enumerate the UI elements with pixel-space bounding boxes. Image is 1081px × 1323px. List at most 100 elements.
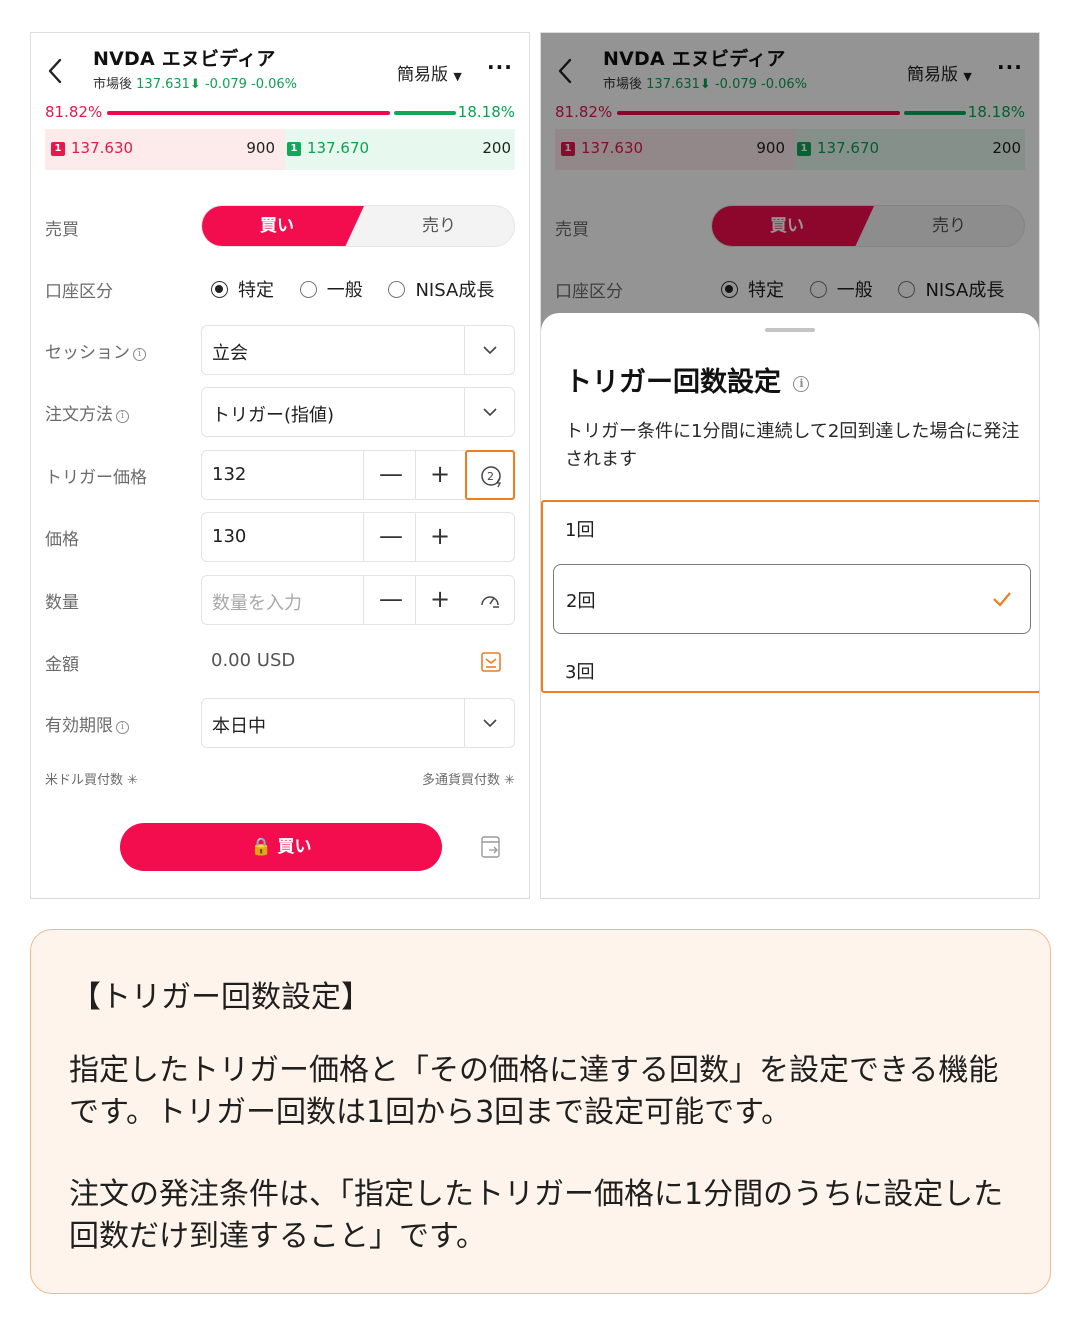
account-option-ippan[interactable]: 一般 — [299, 280, 363, 301]
buy-tab[interactable]: 買い — [202, 206, 364, 246]
account-radio-group: 特定 一般 NISA成長 — [211, 276, 494, 302]
trigger-price-plus[interactable]: + — [415, 451, 465, 499]
info-icon[interactable]: i — [133, 348, 146, 361]
option-2-label: 2回 — [566, 591, 596, 612]
mode-toggle[interactable]: 簡易版 ▼ — [397, 60, 462, 85]
bid-size: 900 — [246, 139, 275, 157]
price-label: 価格 — [45, 530, 79, 550]
expiry-select[interactable]: 本日中 — [201, 698, 515, 748]
chevron-down-icon — [483, 346, 497, 355]
side-toggle: 買い 売り — [201, 205, 515, 247]
chevron-down-icon — [483, 719, 497, 728]
session-value: 立会 — [212, 343, 248, 364]
svg-text:2: 2 — [487, 470, 494, 483]
trigger-count-icon: 2 — [481, 466, 502, 488]
order-type-label-row: 注文方法 i — [45, 400, 129, 425]
plus-icon: + — [430, 522, 451, 550]
info-icon[interactable]: i — [116, 721, 129, 734]
price-change-pct: -0.06% — [251, 77, 298, 92]
trigger-count-options: 1回 2回 3回 — [541, 500, 1039, 693]
asterisk-icon: ✳ — [127, 773, 139, 788]
ask-level-badge: 1 — [287, 142, 301, 156]
order-list-icon[interactable] — [480, 835, 502, 859]
trigger-count-sheet-panel: NVDA エヌビディア 市場後 137.631⬇ -0.079 -0.06% 簡… — [540, 32, 1040, 899]
qty-max-button[interactable] — [465, 576, 515, 624]
down-arrow-icon: ⬇ — [189, 77, 201, 92]
note-paragraph-2: 注文の発注条件は、「指定したトリガー価格に1分間のうちに設定した回数だけ到達する… — [69, 1177, 1004, 1254]
account-label: 口座区分 — [45, 282, 113, 302]
ask-ratio: 18.18% — [457, 103, 515, 121]
expiry-label-row: 有効期限 i — [45, 711, 129, 736]
buy-submit-button[interactable]: 🔒 買い — [120, 823, 442, 871]
order-screen-panel: NVDA エヌビディア 市場後 137.631⬇ -0.079 -0.06% 簡… — [30, 32, 530, 899]
price-change: -0.079 — [204, 77, 247, 92]
price-plus[interactable]: + — [415, 513, 465, 561]
expiry-dropdown[interactable] — [464, 699, 514, 747]
radio-empty-icon — [388, 281, 406, 298]
ask-ratio-bar — [394, 111, 456, 115]
order-type-dropdown[interactable] — [464, 388, 514, 436]
minus-icon: — — [379, 460, 403, 488]
order-type-value: トリガー(指値) — [212, 405, 335, 426]
account-option-nisa[interactable]: NISA成長 — [388, 280, 494, 301]
expiry-value: 本日中 — [212, 716, 266, 737]
quote-line: 市場後 137.631⬇ -0.079 -0.06% — [93, 73, 297, 92]
caret-down-icon: ▼ — [453, 70, 462, 83]
asterisk-icon: ✳ — [504, 773, 515, 788]
option-1[interactable]: 1回 — [565, 516, 594, 542]
price-input[interactable]: 130 — [212, 526, 246, 547]
sheet-description: トリガー条件に1分間に連続して2回到達した場合に発注されます — [565, 421, 1020, 470]
order-screen: NVDA エヌビディア 市場後 137.631⬇ -0.079 -0.06% 簡… — [31, 33, 529, 898]
radio-empty-icon — [299, 281, 317, 298]
sheet-drag-handle[interactable] — [765, 328, 815, 332]
ask-price: 137.670 — [307, 139, 370, 157]
option-3[interactable]: 3回 — [565, 658, 594, 684]
trigger-price-input[interactable]: 132 — [212, 464, 246, 485]
chevron-down-icon — [483, 408, 497, 417]
qty-plus[interactable]: + — [415, 576, 465, 624]
order-book: 1 137.630 900 1 137.670 200 — [45, 129, 515, 170]
lock-icon: 🔒 — [250, 837, 272, 857]
trigger-price-field: 132 — + 2 — [201, 450, 515, 500]
order-type-select[interactable]: トリガー(指値) — [201, 387, 515, 437]
qty-minus[interactable]: — — [363, 576, 415, 624]
session-dropdown[interactable] — [464, 326, 514, 374]
sheet-title: トリガー回数設定 i — [565, 360, 810, 399]
qty-label: 数量 — [45, 593, 79, 613]
minus-icon: — — [379, 585, 403, 613]
bid-price: 137.630 — [71, 139, 134, 157]
amount-label: 金額 — [45, 655, 79, 675]
session-label-row: セッション i — [45, 338, 146, 363]
option-2-selected[interactable]: 2回 — [553, 564, 1031, 634]
price-minus[interactable]: — — [363, 513, 415, 561]
multi-currency-buying-power: 多通貨買付数 ✳ — [421, 773, 515, 788]
radio-selected-icon — [211, 281, 228, 298]
trigger-price-label: トリガー価格 — [45, 468, 147, 488]
back-arrow-icon[interactable] — [45, 57, 65, 85]
bid-ratio-bar — [107, 111, 390, 115]
side-label: 売買 — [45, 220, 79, 240]
minus-icon: — — [379, 522, 403, 550]
stock-title: NVDA エヌビディア — [93, 48, 276, 70]
qty-input[interactable]: 数量を入力 — [212, 589, 302, 615]
bid-level[interactable]: 1 137.630 900 — [45, 129, 285, 170]
more-icon[interactable]: ··· — [487, 55, 513, 79]
mode-label: 簡易版 — [397, 65, 448, 85]
note-paragraph-1: 指定したトリガー価格と「その価格に達する回数」を設定できる機能です。トリガー回数… — [69, 1053, 999, 1130]
trigger-price-minus[interactable]: — — [363, 451, 415, 499]
trigger-count-button[interactable]: 2 — [465, 450, 515, 500]
explanation-note: 【トリガー回数設定】 指定したトリガー価格と「その価格に達する回数」を設定できる… — [30, 929, 1051, 1294]
note-title: 【トリガー回数設定】 — [71, 980, 371, 1015]
info-icon[interactable]: i — [116, 410, 129, 423]
gauge-icon — [481, 596, 499, 608]
ask-level[interactable]: 1 137.670 200 — [285, 129, 515, 170]
last-price: 137.631 — [136, 77, 190, 92]
order-screen-background: NVDA エヌビディア 市場後 137.631⬇ -0.079 -0.06% 簡… — [541, 33, 1039, 898]
plus-icon: + — [430, 585, 451, 613]
account-option-tokutei[interactable]: 特定 — [211, 280, 274, 301]
usd-buying-power: 米ドル買付数 ✳ — [45, 773, 139, 788]
info-icon[interactable]: i — [793, 376, 810, 392]
calculator-icon[interactable] — [480, 651, 502, 673]
session-select[interactable]: 立会 — [201, 325, 515, 375]
sell-tab[interactable]: 売り — [364, 206, 514, 246]
